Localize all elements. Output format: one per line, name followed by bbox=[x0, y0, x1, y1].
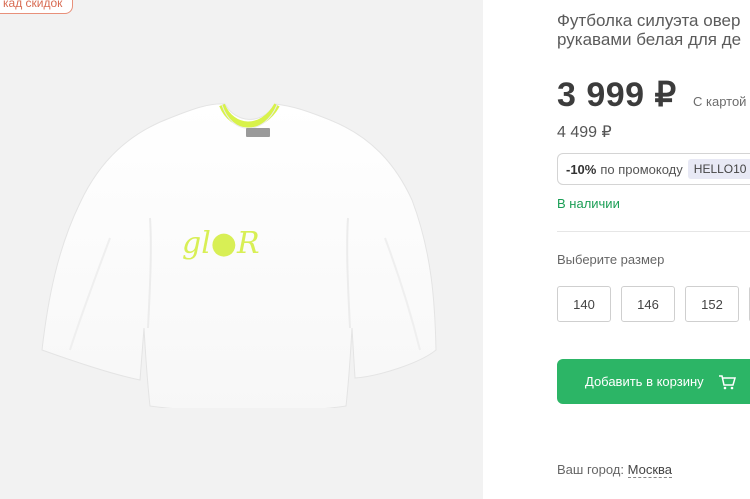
cart-icon bbox=[718, 374, 736, 389]
size-label: Выберите размер bbox=[557, 252, 665, 267]
tshirt-image: gl●R bbox=[41, 103, 437, 408]
size-option[interactable]: 140 bbox=[557, 286, 611, 322]
product-info-panel: Футболка силуэта овер рукавами белая для… bbox=[483, 0, 750, 499]
size-option[interactable]: 152 bbox=[685, 286, 739, 322]
promo-discount: -10% bbox=[566, 161, 597, 177]
tshirt-print: gl●R bbox=[182, 226, 260, 261]
product-title-line-2: рукавами белая для де bbox=[557, 30, 742, 49]
stock-status: В наличии bbox=[557, 196, 620, 211]
product-gallery[interactable]: кад скидок gl●R bbox=[0, 0, 483, 499]
old-price: 4 499 ₽ bbox=[557, 124, 612, 141]
promo-text: по промокоду bbox=[600, 161, 683, 177]
product-title-line-1: Футболка силуэта овер bbox=[557, 11, 741, 30]
promo-box[interactable]: -10% по промокоду HELLO10 bbox=[557, 153, 750, 185]
size-option[interactable]: 146 bbox=[621, 286, 675, 322]
discount-badge[interactable]: кад скидок bbox=[0, 0, 74, 14]
add-to-cart-button[interactable]: Добавить в корзину bbox=[557, 359, 750, 404]
divider bbox=[557, 231, 750, 232]
add-to-cart-label: Добавить в корзину bbox=[585, 374, 704, 389]
city-selector: Ваш город: Москва bbox=[557, 462, 673, 478]
city-link[interactable]: Москва bbox=[627, 462, 673, 478]
price-card-note: С картой bbox=[693, 94, 747, 109]
city-label: Ваш город: bbox=[557, 462, 624, 477]
current-price: 3 999 ₽ bbox=[557, 76, 677, 114]
product-title: Футболка силуэта овер рукавами белая для… bbox=[557, 11, 750, 49]
promo-code[interactable]: HELLO10 bbox=[687, 159, 750, 179]
size-selector: 140 146 152 bbox=[557, 286, 750, 322]
